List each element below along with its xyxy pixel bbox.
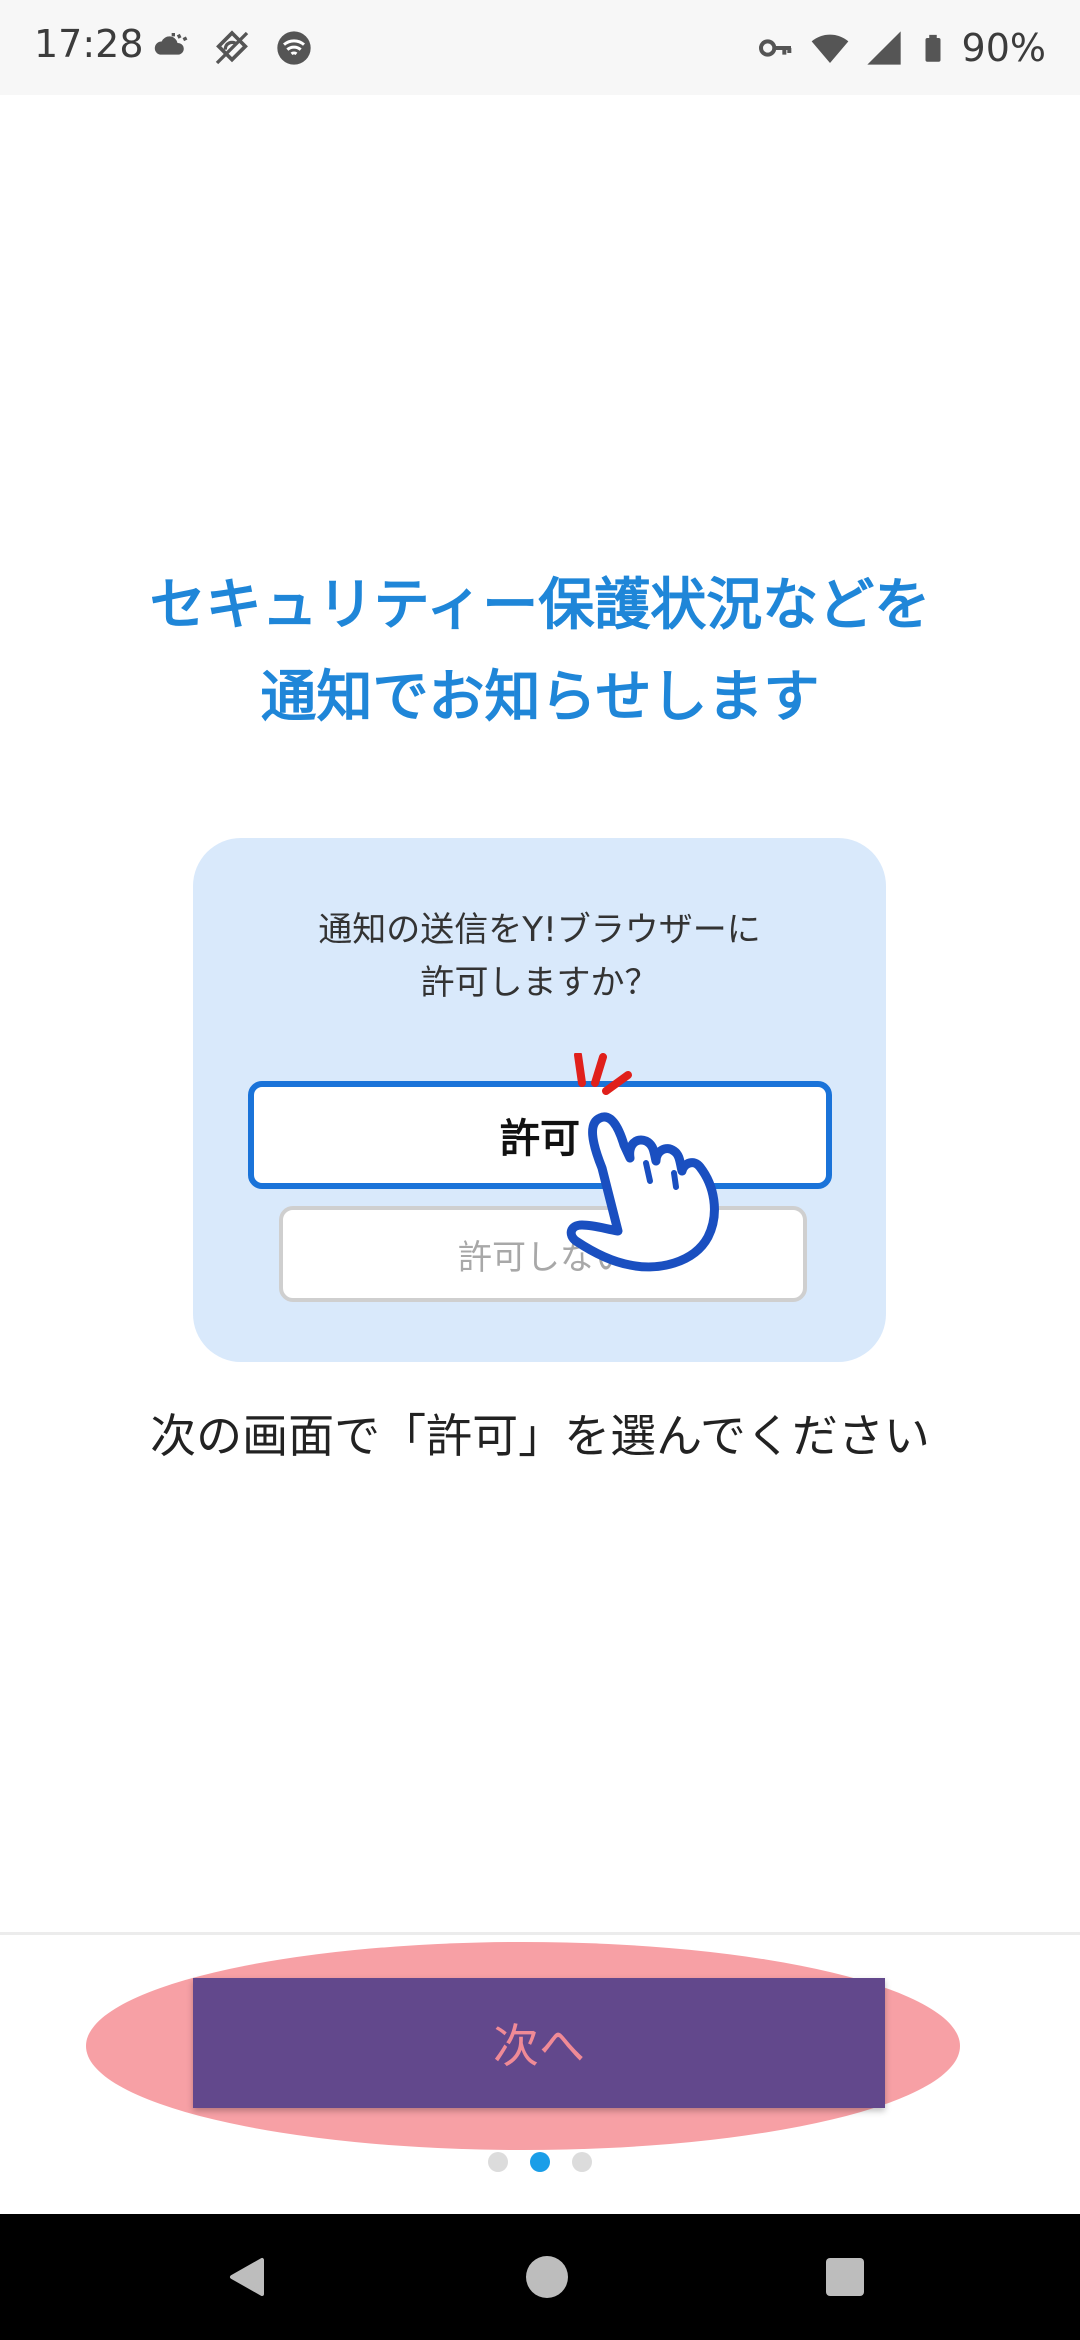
onboarding-headline: セキュリティー保護状況などを 通知でお知らせします [0, 560, 1080, 744]
next-button[interactable]: 次へ [193, 1978, 885, 2108]
bottom-divider [0, 1932, 1080, 1935]
home-icon[interactable] [522, 2252, 572, 2302]
wifi-icon [811, 34, 848, 63]
pointing-hand-icon [566, 1053, 719, 1272]
instruction-text: 次の画面で「許可」を選んでください [150, 1409, 930, 1463]
page-dot-3 [572, 2152, 592, 2172]
back-icon[interactable] [222, 2252, 272, 2302]
illustration-question: 通知の送信をY!ブラウザーに 許可しますか？ [193, 904, 886, 1010]
status-bar: 17:28 90% [0, 0, 1080, 95]
status-left-icons [150, 28, 314, 68]
cellular-icon [866, 31, 901, 65]
system-navigation-bar [0, 2214, 1080, 2340]
page-dot-2-active [530, 2152, 550, 2172]
sync-icon [215, 30, 249, 65]
battery-icon [925, 34, 941, 62]
permission-dialog-illustration: 通知の送信をY!ブラウザーに 許可しますか？ 許可 許可しない [193, 838, 886, 1362]
illustration-allow-button: 許可 [248, 1081, 832, 1189]
battery-percent: 90% [961, 26, 1046, 70]
headline-line-2: 通知でお知らせします [260, 665, 820, 730]
page-indicator [0, 2152, 1080, 2172]
weather-icon [154, 33, 188, 55]
status-time: 17:28 [34, 22, 144, 66]
wifi-calling-icon [277, 31, 311, 65]
vpn-key-icon [758, 39, 791, 57]
illustration-question-line-1: 通知の送信をY!ブラウザーに [318, 910, 761, 950]
status-right-icons: 90% [756, 26, 1046, 70]
page-dot-1 [488, 2152, 508, 2172]
recents-icon[interactable] [820, 2252, 870, 2302]
headline-line-1: セキュリティー保護状況などを [149, 573, 931, 638]
illustration-question-line-2: 許可しますか？ [420, 963, 659, 1003]
